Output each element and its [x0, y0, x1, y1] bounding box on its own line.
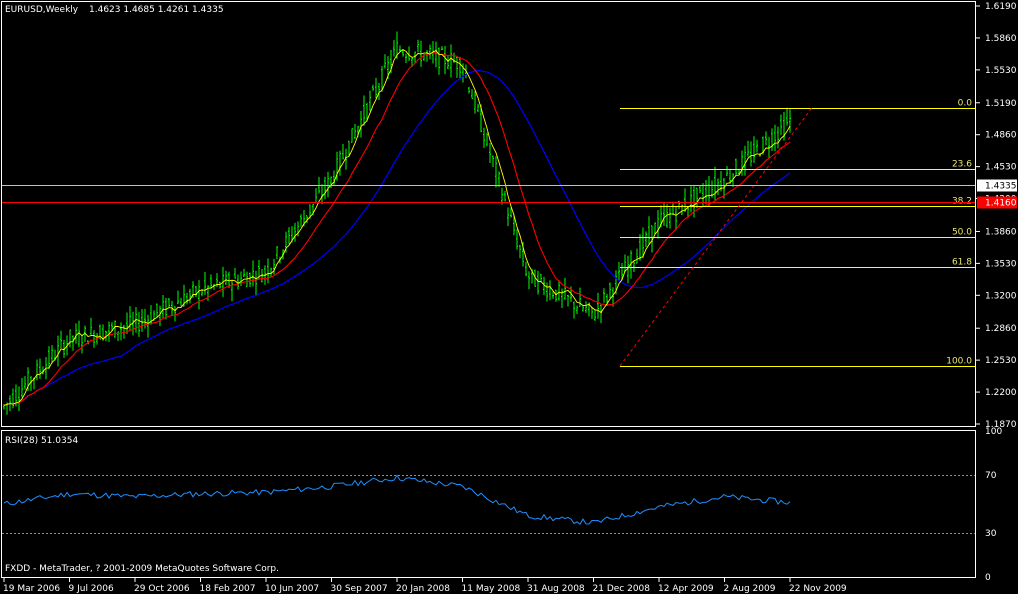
time-tick-label: 22 Nov 2009 — [789, 584, 847, 594]
time-tick-label: 11 May 2008 — [462, 584, 521, 594]
time-tick-label: 21 Dec 2008 — [593, 584, 651, 594]
price-tick-label: 1.5190 — [985, 99, 1017, 109]
price-tick-label: 1.3200 — [985, 291, 1017, 301]
symbol-label: EURUSD,Weekly — [5, 5, 79, 15]
price-tick-label: 1.2200 — [985, 388, 1017, 398]
time-tick-label: 10 Jun 2007 — [265, 584, 319, 594]
rsi-tick-label: 100 — [985, 427, 1002, 437]
time-tick-label: 18 Feb 2007 — [200, 584, 256, 594]
time-tick-label: 29 Oct 2006 — [134, 584, 190, 594]
ohlc-values: 1.4623 1.4685 1.4261 1.4335 — [89, 5, 224, 15]
price-tick-label: 1.3860 — [985, 227, 1017, 237]
fib-level-label: 23.6 — [952, 160, 972, 170]
time-tick-label: 20 Jan 2008 — [396, 584, 450, 594]
svg-text:1.4335: 1.4335 — [985, 182, 1017, 192]
price-tick-label: 1.3530 — [985, 259, 1017, 269]
time-tick-label: 30 Sep 2007 — [331, 584, 388, 594]
price-tick-label: 1.5860 — [985, 34, 1017, 44]
chart-window: 0.0 23.6 38.2 50.0 61.8 100.0 1.6190 1.5860 1.5… — [0, 0, 1018, 594]
price-tick-label: 1.6190 — [985, 2, 1017, 12]
price-tick-label: 1.2860 — [985, 324, 1017, 334]
price-tick-label: 1.5530 — [985, 66, 1017, 76]
fib-level-label: 61.8 — [952, 258, 972, 268]
rsi-label: RSI(28) 51.0354 — [5, 436, 78, 446]
svg-text:1.4160: 1.4160 — [985, 199, 1017, 209]
time-tick-label: 2 Aug 2009 — [724, 584, 776, 594]
fib-level-label: 38.2 — [952, 197, 972, 207]
fib-level-label: 50.0 — [952, 228, 972, 238]
time-tick-label: 12 Apr 2009 — [658, 584, 714, 594]
copyright-text: FXDD - MetaTrader, ? 2001-2009 MetaQuote… — [5, 564, 279, 574]
time-tick-label: 19 Mar 2006 — [3, 584, 60, 594]
price-tick-label: 1.4860 — [985, 131, 1017, 141]
rsi-tick-label: 70 — [985, 471, 997, 481]
fib-level-label: 0.0 — [958, 99, 973, 109]
price-tick-label: 1.2530 — [985, 356, 1017, 366]
rsi-tick-label: 0 — [985, 573, 991, 583]
marker-price-tag: 1.4160 — [977, 196, 1017, 209]
time-tick-label: 9 Jul 2006 — [69, 584, 114, 594]
fib-level-label: 100.0 — [946, 357, 972, 367]
rsi-tick-label: 30 — [985, 529, 997, 539]
time-tick-label: 31 Aug 2008 — [527, 584, 585, 594]
current-price-tag: 1.4335 — [977, 179, 1017, 192]
price-tick-label: 1.4530 — [985, 163, 1017, 173]
